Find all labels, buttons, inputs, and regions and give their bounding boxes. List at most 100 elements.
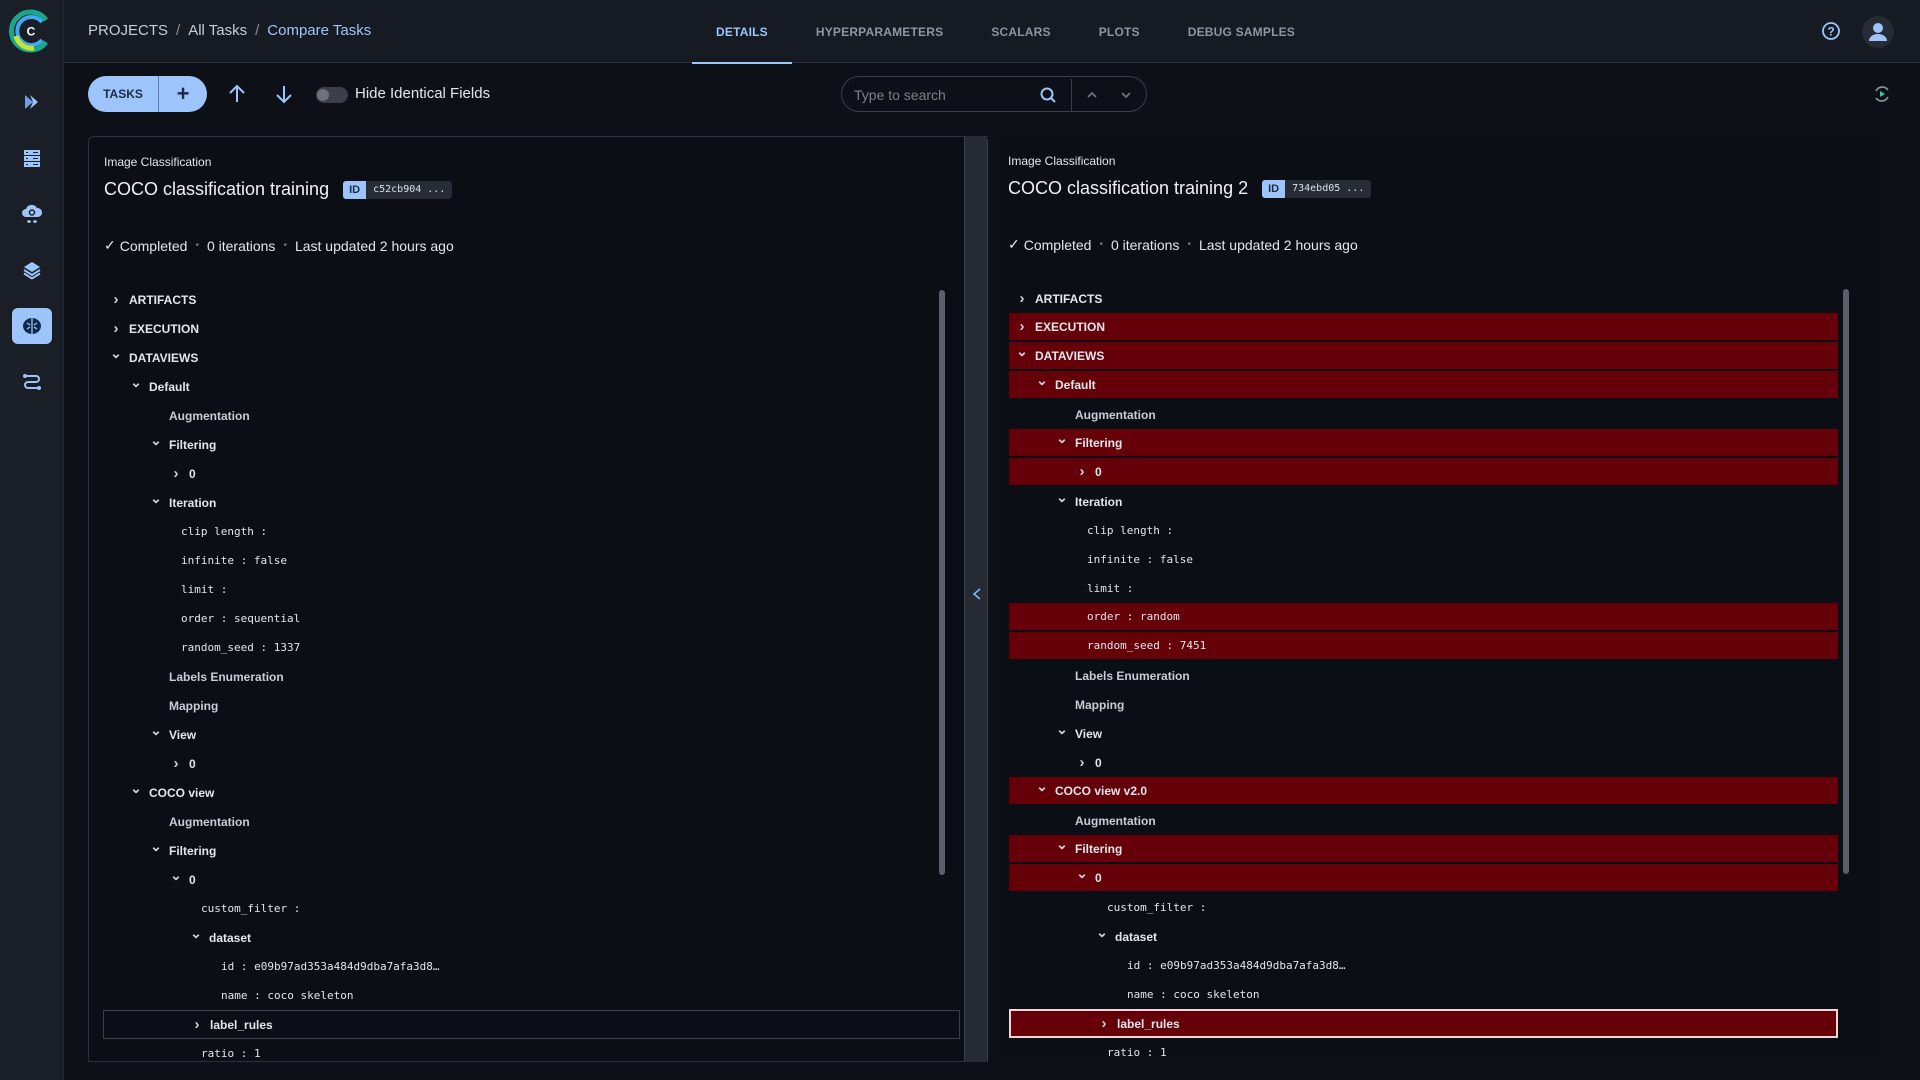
chevron-down-icon[interactable]: ⌄ [129, 780, 143, 797]
arrow-up-icon[interactable] [225, 82, 249, 106]
tree-row: Mapping [103, 691, 960, 720]
hide-identical-toggle[interactable] [316, 87, 348, 103]
panel-splitter[interactable] [964, 136, 988, 1062]
tree-row[interactable]: › ARTIFACTS [1009, 284, 1838, 313]
tree-row-label: Augmentation [1075, 407, 1156, 422]
sidebar-item-pipelines[interactable] [12, 84, 52, 120]
tab-hyperparameters[interactable]: HYPERPARAMETERS [792, 0, 967, 63]
chevron-right-icon[interactable]: › [109, 320, 123, 337]
tree-row[interactable]: › 0 [1009, 458, 1838, 487]
user-avatar[interactable] [1862, 16, 1894, 48]
tree-row[interactable]: › ARTIFACTS [103, 285, 960, 314]
tree-row-label: Augmentation [169, 408, 250, 423]
tree-row[interactable]: ⌄ 0 [103, 865, 960, 894]
chevron-right-icon[interactable]: › [1097, 1015, 1111, 1032]
chevron-down-icon[interactable]: ⌄ [149, 432, 163, 449]
chevron-right-icon[interactable]: › [169, 465, 183, 482]
tree-row[interactable]: ⌄ DATAVIEWS [1009, 342, 1838, 371]
task-id-badge[interactable]: ID c52cb904 ... [343, 180, 453, 199]
tree-row[interactable]: › EXECUTION [103, 314, 960, 343]
tree-row-label: clip length : [181, 525, 268, 538]
breadcrumb-projects[interactable]: PROJECTS [88, 22, 168, 39]
scrollbar[interactable] [1843, 289, 1849, 874]
tree-row[interactable]: ⌄ COCO view v2.0 [1009, 777, 1838, 806]
chevron-down-icon[interactable]: ⌄ [1075, 865, 1089, 882]
tab-debug-samples[interactable]: DEBUG SAMPLES [1164, 0, 1319, 63]
tab-scalars[interactable]: SCALARS [967, 0, 1074, 63]
sidebar-item-reports[interactable] [12, 364, 52, 400]
auto-refresh-icon[interactable] [1872, 84, 1892, 104]
chevron-down-icon[interactable]: ⌄ [1055, 430, 1069, 447]
chevron-down-icon[interactable]: ⌄ [169, 867, 183, 884]
chevron-down-icon[interactable]: ⌄ [1095, 924, 1109, 941]
chevron-right-icon[interactable]: › [1015, 290, 1029, 307]
sidebar-item-datasets[interactable] [12, 140, 52, 176]
tree-row[interactable]: ⌄ Filtering [1009, 835, 1838, 864]
tree-row[interactable]: ⌄ dataset [1009, 922, 1838, 951]
tree-row[interactable]: › label_rules [103, 1010, 960, 1039]
chevron-down-icon[interactable]: ⌄ [129, 374, 143, 391]
tree-row[interactable]: ⌄ Filtering [103, 836, 960, 865]
sidebar-item-models[interactable] [12, 252, 52, 288]
tree-row[interactable]: › label_rules [1009, 1009, 1838, 1038]
tree-row-label: dataset [1115, 929, 1158, 944]
chevron-down-icon[interactable]: ⌄ [1055, 721, 1069, 738]
chevron-down-icon[interactable]: ⌄ [149, 722, 163, 739]
chevron-down-icon[interactable]: ⌄ [1035, 778, 1049, 795]
arrow-down-icon[interactable] [272, 82, 296, 106]
chevron-down-icon[interactable]: ⌄ [1035, 372, 1049, 389]
sidebar-item-orchestration[interactable] [12, 196, 52, 232]
tree-row[interactable]: ⌄ COCO view [103, 778, 960, 807]
add-task-button[interactable]: + [159, 76, 207, 112]
chevron-right-icon[interactable]: › [190, 1016, 204, 1033]
sidebar-item-experiments[interactable] [12, 308, 52, 344]
tree-row-label: Iteration [1075, 494, 1123, 509]
chevron-down-icon[interactable]: ⌄ [109, 345, 123, 362]
breadcrumb-all-tasks[interactable]: All Tasks [188, 22, 247, 39]
compare-toolbar: TASKS + Hide Identical Fields [64, 64, 1920, 124]
tree-row[interactable]: ⌄ Filtering [103, 430, 960, 459]
chevron-up-icon[interactable] [1084, 87, 1100, 103]
chevron-down-icon[interactable]: ⌄ [149, 838, 163, 855]
chevron-right-icon[interactable]: › [1075, 463, 1089, 480]
search-input[interactable] [854, 85, 1034, 105]
chevron-right-icon[interactable]: › [1075, 754, 1089, 771]
id-value: c52cb904 ... [366, 180, 453, 199]
tree-row[interactable]: ⌄ Default [103, 372, 960, 401]
tree-row: Labels Enumeration [103, 662, 960, 691]
tab-details[interactable]: DETAILS [692, 0, 792, 64]
chevron-down-icon[interactable]: ⌄ [1015, 343, 1029, 360]
chevron-left-icon[interactable] [971, 587, 983, 601]
tree-row[interactable]: › 0 [1009, 748, 1838, 777]
chevron-right-icon[interactable]: › [169, 755, 183, 772]
tasks-button[interactable]: TASKS [88, 76, 159, 112]
tree-row[interactable]: ⌄ View [1009, 719, 1838, 748]
tree-row[interactable]: ⌄ Iteration [103, 488, 960, 517]
tree-row[interactable]: ⌄ 0 [1009, 864, 1838, 893]
chevron-down-icon[interactable]: ⌄ [149, 490, 163, 507]
tree-row-label: 0 [189, 466, 196, 481]
chevron-down-icon[interactable]: ⌄ [189, 925, 203, 942]
chevron-right-icon[interactable]: › [1015, 318, 1029, 335]
clearml-logo-icon[interactable]: C [8, 8, 54, 54]
tree-row[interactable]: › 0 [103, 749, 960, 778]
check-icon: ✓ [104, 237, 116, 253]
scrollbar[interactable] [939, 290, 945, 875]
task-id-badge[interactable]: ID 734ebd05 ... [1262, 179, 1372, 198]
tree-row[interactable]: ⌄ dataset [103, 923, 960, 952]
tree-row[interactable]: › EXECUTION [1009, 313, 1838, 342]
help-icon[interactable]: ? [1821, 21, 1841, 41]
chevron-down-icon[interactable] [1118, 87, 1134, 103]
task-type: Image Classification [104, 155, 212, 169]
tree-row[interactable]: ⌄ Filtering [1009, 429, 1838, 458]
chevron-down-icon[interactable]: ⌄ [1055, 836, 1069, 853]
tree-row[interactable]: ⌄ DATAVIEWS [103, 343, 960, 372]
search-icon[interactable] [1039, 86, 1057, 104]
chevron-down-icon[interactable]: ⌄ [1055, 489, 1069, 506]
tree-row[interactable]: ⌄ View [103, 720, 960, 749]
tree-row[interactable]: ⌄ Default [1009, 371, 1838, 400]
tab-plots[interactable]: PLOTS [1075, 0, 1164, 63]
tree-row[interactable]: ⌄ Iteration [1009, 487, 1838, 516]
tree-row[interactable]: › 0 [103, 459, 960, 488]
chevron-right-icon[interactable]: › [109, 291, 123, 308]
